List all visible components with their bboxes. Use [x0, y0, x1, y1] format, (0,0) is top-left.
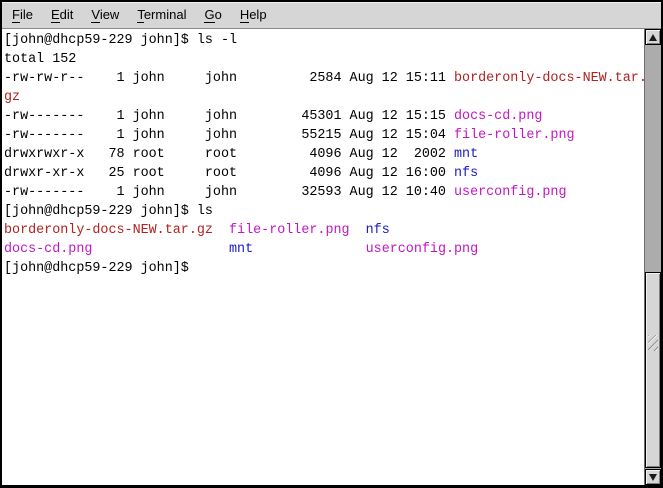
- terminal-line: -rw------- 1 john john 45301 Aug 12 15:1…: [4, 107, 644, 126]
- scrollbar-track[interactable]: [645, 45, 661, 469]
- menu-item-view[interactable]: View: [82, 3, 128, 27]
- menu-bar: FileEditViewTerminalGoHelp: [2, 2, 661, 29]
- filename-magenta: docs-cd.png: [4, 242, 92, 257]
- terminal-text: -rw-rw-r-- 1 john john 2584 Aug 12 15:11: [4, 71, 454, 86]
- menu-mnemonic: F: [12, 7, 20, 23]
- terminal-line: borderonly-docs-NEW.tar.gz file-roller.p…: [4, 221, 644, 240]
- terminal-text: [john@dhcp59-229 john]$ ls -l: [4, 33, 237, 48]
- scrollbar-thumb[interactable]: [645, 272, 661, 468]
- menu-item-edit[interactable]: Edit: [42, 3, 82, 27]
- window-content: [john@dhcp59-229 john]$ ls -l total 152 -r…: [2, 29, 661, 485]
- terminal-line: [john@dhcp59-229 john]$ ls: [4, 202, 644, 221]
- terminal-line: drwxr-xr-x 25 root root 4096 Aug 12 16:0…: [4, 164, 644, 183]
- menu-mnemonic: V: [91, 7, 99, 23]
- menu-item-go[interactable]: Go: [195, 3, 230, 27]
- filename-magenta: docs-cd.png: [454, 109, 542, 124]
- filename-magenta: file-roller.png: [229, 223, 350, 238]
- filename-red: gz: [4, 90, 20, 105]
- terminal-line: -rw-rw-r-- 1 john john 2584 Aug 12 15:11…: [4, 69, 644, 88]
- scrollbar-up-button[interactable]: [645, 29, 661, 45]
- terminal-text: [john@dhcp59-229 john]$ ls: [4, 204, 213, 219]
- terminal-text: -rw------- 1 john john 32593 Aug 12 10:4…: [4, 185, 454, 200]
- down-arrow-icon: [649, 474, 657, 481]
- menu-item-file[interactable]: File: [3, 3, 42, 27]
- menu-mnemonic: G: [204, 7, 214, 23]
- terminal-line: total 152: [4, 50, 644, 69]
- filename-blue: nfs: [366, 223, 390, 238]
- up-arrow-icon: [649, 34, 657, 41]
- terminal-text: [213, 223, 229, 238]
- terminal-line: drwxrwxr-x 78 root root 4096 Aug 12 2002…: [4, 145, 644, 164]
- menu-item-help[interactable]: Help: [231, 3, 276, 27]
- terminal-text: [john@dhcp59-229 john]$: [4, 261, 197, 276]
- filename-blue: mnt: [454, 147, 478, 162]
- menu-item-terminal[interactable]: Terminal: [128, 3, 195, 27]
- vertical-scrollbar[interactable]: [644, 29, 661, 485]
- filename-blue: mnt: [229, 242, 253, 257]
- filename-magenta: userconfig.png: [366, 242, 479, 257]
- terminal-text: -rw------- 1 john john 45301 Aug 12 15:1…: [4, 109, 454, 124]
- terminal-text: drwxr-xr-x 25 root root 4096 Aug 12 16:0…: [4, 166, 454, 181]
- terminal-text: drwxrwxr-x 78 root root 4096 Aug 12 2002: [4, 147, 454, 162]
- filename-blue: nfs: [454, 166, 478, 181]
- terminal-viewport[interactable]: [john@dhcp59-229 john]$ ls -l total 152 -r…: [2, 29, 644, 485]
- terminal-line: -rw------- 1 john john 32593 Aug 12 10:4…: [4, 183, 644, 202]
- filename-red: borderonly-docs-NEW.tar.gz: [4, 223, 213, 238]
- scrollbar-down-button[interactable]: [645, 469, 661, 485]
- terminal-line: docs-cd.png mnt userconfig.png: [4, 240, 644, 259]
- terminal-line: [john@dhcp59-229 john]$ ls -l: [4, 31, 644, 50]
- terminal-text: [350, 223, 366, 238]
- terminal-output: [john@dhcp59-229 john]$ ls -l total 152 -r…: [2, 29, 644, 278]
- terminal-line: gz: [4, 88, 644, 107]
- terminal-text: -rw------- 1 john john 55215 Aug 12 15:0…: [4, 128, 454, 143]
- filename-magenta: file-roller.png: [454, 128, 575, 143]
- terminal-window: FileEditViewTerminalGoHelp [john@dhcp59-…: [0, 0, 663, 488]
- filename-magenta: userconfig.png: [454, 185, 567, 200]
- menu-mnemonic: E: [51, 7, 60, 23]
- filename-red: borderonly-docs-NEW.tar.: [454, 71, 644, 86]
- terminal-line: [john@dhcp59-229 john]$: [4, 259, 644, 278]
- scrollbar-grip-icon: [648, 335, 658, 351]
- terminal-line: -rw------- 1 john john 55215 Aug 12 15:0…: [4, 126, 644, 145]
- terminal-text: [92, 242, 229, 257]
- menu-mnemonic: H: [240, 7, 249, 23]
- terminal-text: [253, 242, 366, 257]
- terminal-text: total 152: [4, 52, 76, 67]
- menu-mnemonic: T: [137, 7, 144, 23]
